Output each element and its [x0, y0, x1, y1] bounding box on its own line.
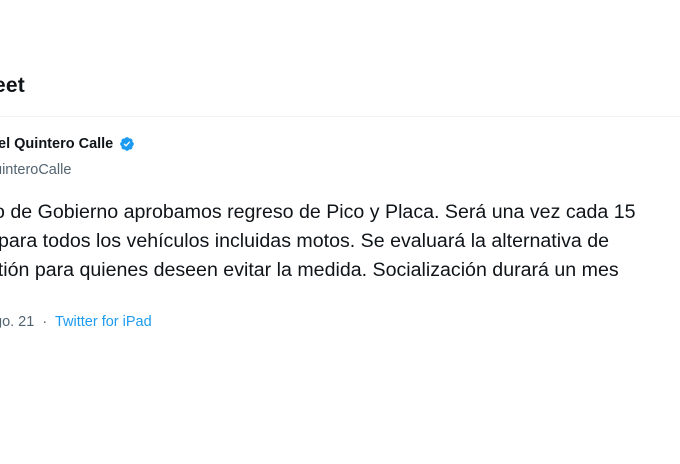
header-divider [0, 116, 680, 117]
tweet-source-link[interactable]: Twitter for iPad [55, 314, 152, 330]
author-display-name: iel Quintero Calle [0, 136, 114, 152]
author-handle[interactable]: uinteroCalle [0, 162, 71, 178]
tweet-text-line: o de Gobierno aprobamos regreso de Pico … [0, 201, 636, 223]
tweet-text-line: para todos los vehículos incluidas motos… [0, 230, 610, 252]
verified-badge-icon [120, 137, 135, 151]
tweet-meta: go. 21 · Twitter for iPad [0, 314, 152, 330]
tweet-text: o de Gobierno aprobamos regreso de Pico … [0, 198, 680, 285]
tweet-text-line: stión para quienes deseen evitar la medi… [0, 259, 619, 281]
tweet-date[interactable]: go. 21 [0, 314, 34, 330]
author-name[interactable]: iel Quintero Calle [0, 136, 135, 152]
tweet-header-title: eet [0, 74, 25, 97]
meta-separator: · [42, 314, 48, 330]
